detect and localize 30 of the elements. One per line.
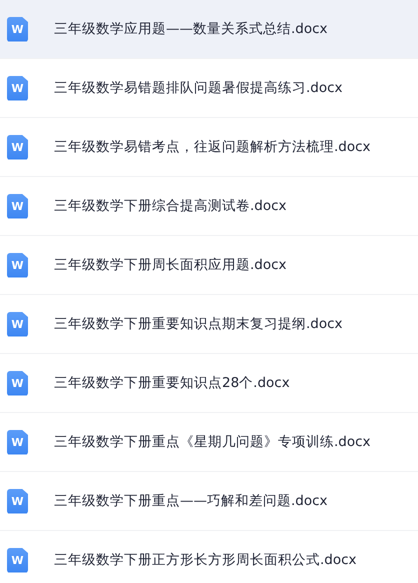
word-file-icon: W: [7, 194, 28, 218]
file-row[interactable]: W 三年级数学下册综合提高测试卷.docx: [0, 177, 418, 236]
file-row[interactable]: W 三年级数学应用题——数量关系式总结.docx: [0, 0, 418, 59]
file-name: 三年级数学下册正方形长方形周长面积公式.docx: [54, 551, 357, 569]
file-name: 三年级数学下册周长面积应用题.docx: [54, 256, 287, 274]
word-file-icon: W: [7, 16, 28, 42]
word-file-icon: W: [7, 488, 28, 514]
file-row[interactable]: W 三年级数学下册重点《星期几问题》专项训练.docx: [0, 413, 418, 472]
file-name: 三年级数学下册综合提高测试卷.docx: [54, 197, 287, 215]
file-row[interactable]: W 三年级数学易错题排队问题暑假提高练习.docx: [0, 59, 418, 118]
file-name: 三年级数学易错考点，往返问题解析方法梳理.docx: [54, 138, 371, 156]
word-file-icon: W: [7, 430, 28, 454]
word-file-icon: W: [7, 134, 28, 160]
file-row[interactable]: W 三年级数学下册重点——巧解和差问题.docx: [0, 472, 418, 531]
word-file-icon: W: [7, 252, 28, 278]
file-name: 三年级数学易错题排队问题暑假提高练习.docx: [54, 79, 343, 97]
word-file-icon: W: [7, 548, 28, 572]
file-name: 三年级数学下册重要知识点28个.docx: [54, 374, 290, 392]
file-row[interactable]: W 三年级数学下册重要知识点期末复习提纲.docx: [0, 295, 418, 354]
file-name: 三年级数学下册重点《星期几问题》专项训练.docx: [54, 433, 371, 451]
file-row[interactable]: W 三年级数学下册正方形长方形周长面积公式.docx: [0, 531, 418, 583]
file-name: 三年级数学应用题——数量关系式总结.docx: [54, 20, 328, 38]
file-name: 三年级数学下册重点——巧解和差问题.docx: [54, 492, 328, 510]
file-row[interactable]: W 三年级数学下册重要知识点28个.docx: [0, 354, 418, 413]
file-row[interactable]: W 三年级数学下册周长面积应用题.docx: [0, 236, 418, 295]
word-file-icon: W: [7, 370, 28, 396]
file-name: 三年级数学下册重要知识点期末复习提纲.docx: [54, 315, 343, 333]
word-file-icon: W: [7, 76, 28, 100]
word-file-icon: W: [7, 312, 28, 336]
file-row[interactable]: W 三年级数学易错考点，往返问题解析方法梳理.docx: [0, 118, 418, 177]
